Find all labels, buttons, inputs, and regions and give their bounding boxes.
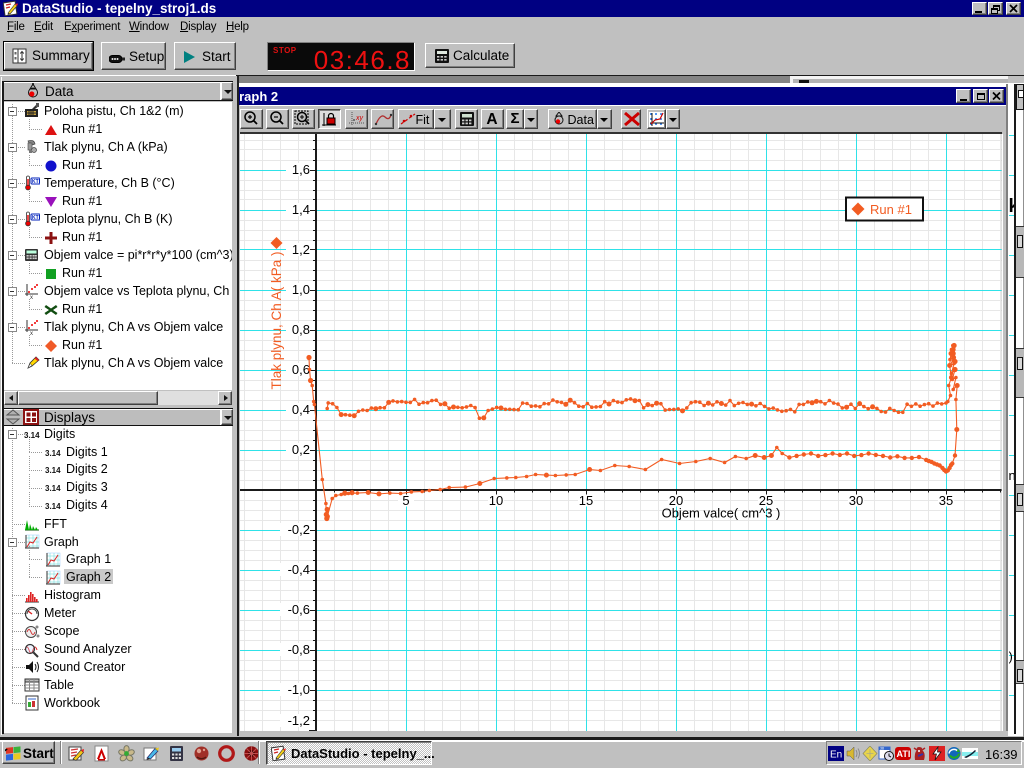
- svg-text:3.14: 3.14: [45, 466, 61, 475]
- svg-text:Tlak plynu, Ch A( kPa ): Tlak plynu, Ch A( kPa ): [269, 251, 284, 389]
- svg-text:x: x: [30, 331, 33, 335]
- svg-text:1,6: 1,6: [292, 162, 310, 177]
- svg-text:-0,6: -0,6: [288, 602, 310, 617]
- svg-text:30: 30: [849, 493, 863, 508]
- svg-text:0,4: 0,4: [292, 402, 310, 417]
- svg-text:35: 35: [939, 493, 953, 508]
- svg-text:3.14: 3.14: [24, 431, 40, 440]
- svg-text:38: 38: [880, 747, 884, 751]
- svg-text:-0,2: -0,2: [288, 522, 310, 537]
- svg-text:3.14: 3.14: [45, 449, 61, 458]
- svg-text:KTD: KTD: [32, 215, 40, 221]
- svg-text:KTD: KTD: [32, 179, 40, 185]
- svg-text:-0,8: -0,8: [288, 642, 310, 657]
- svg-text:15: 15: [579, 493, 593, 508]
- svg-text:-0,4: -0,4: [288, 562, 310, 577]
- svg-text:1,0: 1,0: [292, 282, 310, 297]
- svg-text:3.14: 3.14: [45, 484, 61, 493]
- svg-text:Objem valce( cm^3 ): Objem valce( cm^3 ): [662, 505, 781, 520]
- svg-text:1,4: 1,4: [292, 202, 310, 217]
- svg-text:1,2: 1,2: [292, 242, 310, 257]
- svg-text:0,2: 0,2: [292, 442, 310, 457]
- svg-text:-1,0: -1,0: [288, 682, 310, 697]
- svg-text:xy: xy: [355, 115, 364, 122]
- svg-text:0,6: 0,6: [292, 362, 310, 377]
- svg-text:Run #1: Run #1: [870, 202, 912, 217]
- svg-text:ATI: ATI: [897, 749, 911, 759]
- svg-text:En: En: [830, 750, 842, 761]
- svg-text:0,8: 0,8: [292, 322, 310, 337]
- svg-text:-1,2: -1,2: [288, 713, 310, 728]
- svg-text:5: 5: [402, 493, 409, 508]
- svg-text:x: x: [30, 295, 33, 299]
- svg-text:3.14: 3.14: [45, 502, 61, 511]
- svg-text:10: 10: [489, 493, 503, 508]
